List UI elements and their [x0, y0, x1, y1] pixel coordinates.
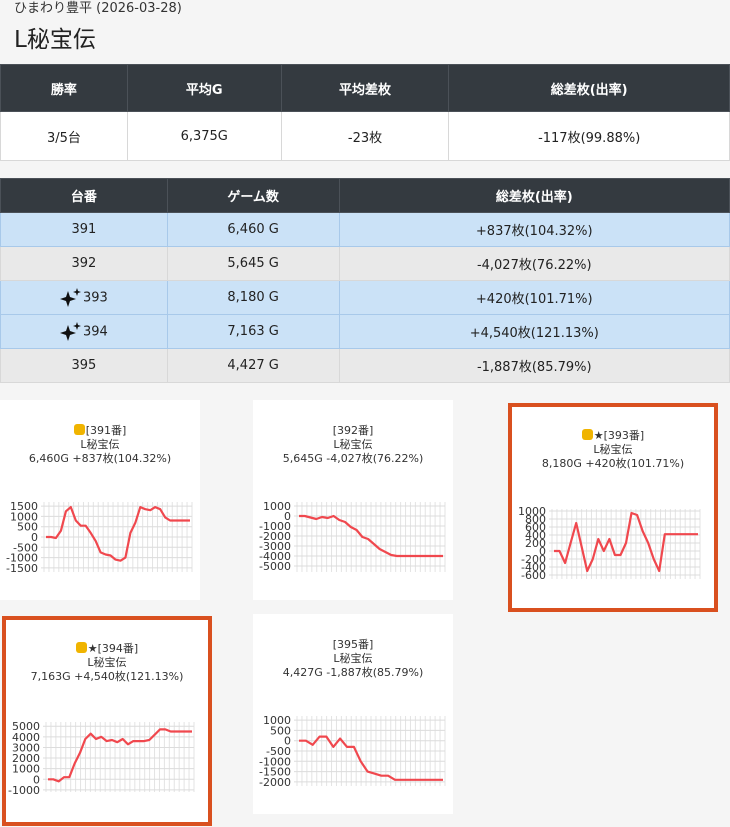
machine-number: 393 — [82, 290, 108, 305]
machine-number: 395 — [71, 358, 97, 373]
summary-header-total-diff: 総差枚(出率) — [448, 64, 730, 112]
machine-diff: +837枚(104.32%) — [338, 212, 730, 247]
summary-header-win-rate: 勝率 — [0, 64, 128, 112]
machine-number-cell: 394 — [0, 314, 168, 349]
chart-card-394[interactable]: ★[394番] L秘宝伝 7,163G +4,540枚(121.13%) 5000 40… — [2, 616, 212, 826]
sparkle-icon — [59, 321, 81, 341]
chart-card-392[interactable]: [392番] L秘宝伝 5,645G -4,027枚(76.22%) 1000 0 -10… — [253, 400, 453, 600]
machine-number-cell: 393 — [0, 280, 168, 315]
machine-number: 394 — [82, 324, 108, 339]
machine-number-cell: 391 — [0, 212, 168, 247]
machine-games: 4,427 G — [166, 348, 340, 383]
machine-diff: -4,027枚(76.22%) — [338, 246, 730, 281]
machine-number: 392 — [71, 256, 97, 271]
summary-total-diff: -117枚(99.88%) — [448, 111, 730, 161]
machines-header-number: 台番 — [0, 178, 168, 213]
line-chart: 150010005000-500-1000-1500 — [6, 500, 193, 575]
line-chart: 10005000-500-1000-1500-2000 — [259, 714, 446, 789]
machines-header-games: ゲーム数 — [166, 178, 340, 213]
sparkle-icon — [59, 287, 81, 307]
y-tick-label: -2000 — [259, 776, 291, 789]
y-tick-label: -600 — [521, 569, 546, 582]
chart-card-395[interactable]: [395番] L秘宝伝 4,427G -1,887枚(85.79%) 1000 500 0… — [253, 614, 453, 814]
machine-games: 8,180 G — [166, 280, 340, 315]
y-tick-label: -1500 — [6, 562, 38, 575]
machine-number-cell: 395 — [0, 348, 168, 383]
page-title: L秘宝伝 — [14, 27, 96, 53]
store-date-line: ひまわり豊平 (2026-03-28) — [14, 1, 182, 16]
y-tick-label: -5000 — [259, 560, 291, 573]
chart-card-391[interactable]: [391番] L秘宝伝 6,460G +837枚(104.32%) 1500 1000 5… — [0, 400, 200, 600]
summary-win-rate: 3/5台 — [0, 111, 128, 161]
machine-row[interactable]: 394 7,163 G +4,540枚(121.13%) — [0, 314, 730, 349]
machine-games: 6,460 G — [166, 212, 340, 247]
summary-header-avg-diff: 平均差枚 — [280, 64, 450, 112]
machine-row[interactable]: 391 6,460 G +837枚(104.32%) — [0, 212, 730, 247]
y-tick-label: -1000 — [8, 784, 40, 797]
summary-avg-games: 6,375G — [126, 111, 282, 161]
summary-header-avg-games: 平均G — [126, 64, 282, 112]
machine-row[interactable]: 395 4,427 G -1,887枚(85.79%) — [0, 348, 730, 383]
machine-row[interactable]: 393 8,180 G +420枚(101.71%) — [0, 280, 730, 315]
line-chart: 500040003000200010000-1000 — [8, 720, 195, 797]
summary-table: 勝率 平均G 平均差枚 総差枚(出率) 3/5台 6,375G -23枚 -11… — [0, 64, 730, 161]
summary-avg-diff: -23枚 — [280, 111, 450, 161]
line-chart: 10000-1000-2000-3000-4000-5000 — [259, 500, 446, 573]
machine-number: 391 — [71, 222, 97, 237]
machine-diff: +4,540枚(121.13%) — [338, 314, 730, 349]
machine-row[interactable]: 392 5,645 G -4,027枚(76.22%) — [0, 246, 730, 281]
line-chart: 10008006004002000-200-400-600 — [518, 505, 701, 582]
machines-table: 台番 ゲーム数 総差枚(出率) 391 6,460 G +837枚(104.32%)… — [0, 178, 730, 383]
machine-games: 7,163 G — [166, 314, 340, 349]
machine-diff: +420枚(101.71%) — [338, 280, 730, 315]
machine-games: 5,645 G — [166, 246, 340, 281]
chart-card-393[interactable]: ★[393番] L秘宝伝 8,180G +420枚(101.71%) 1000 800 6… — [508, 403, 718, 612]
machines-header-diff: 総差枚(出率) — [338, 178, 730, 213]
machine-number-cell: 392 — [0, 246, 168, 281]
machine-diff: -1,887枚(85.79%) — [338, 348, 730, 383]
